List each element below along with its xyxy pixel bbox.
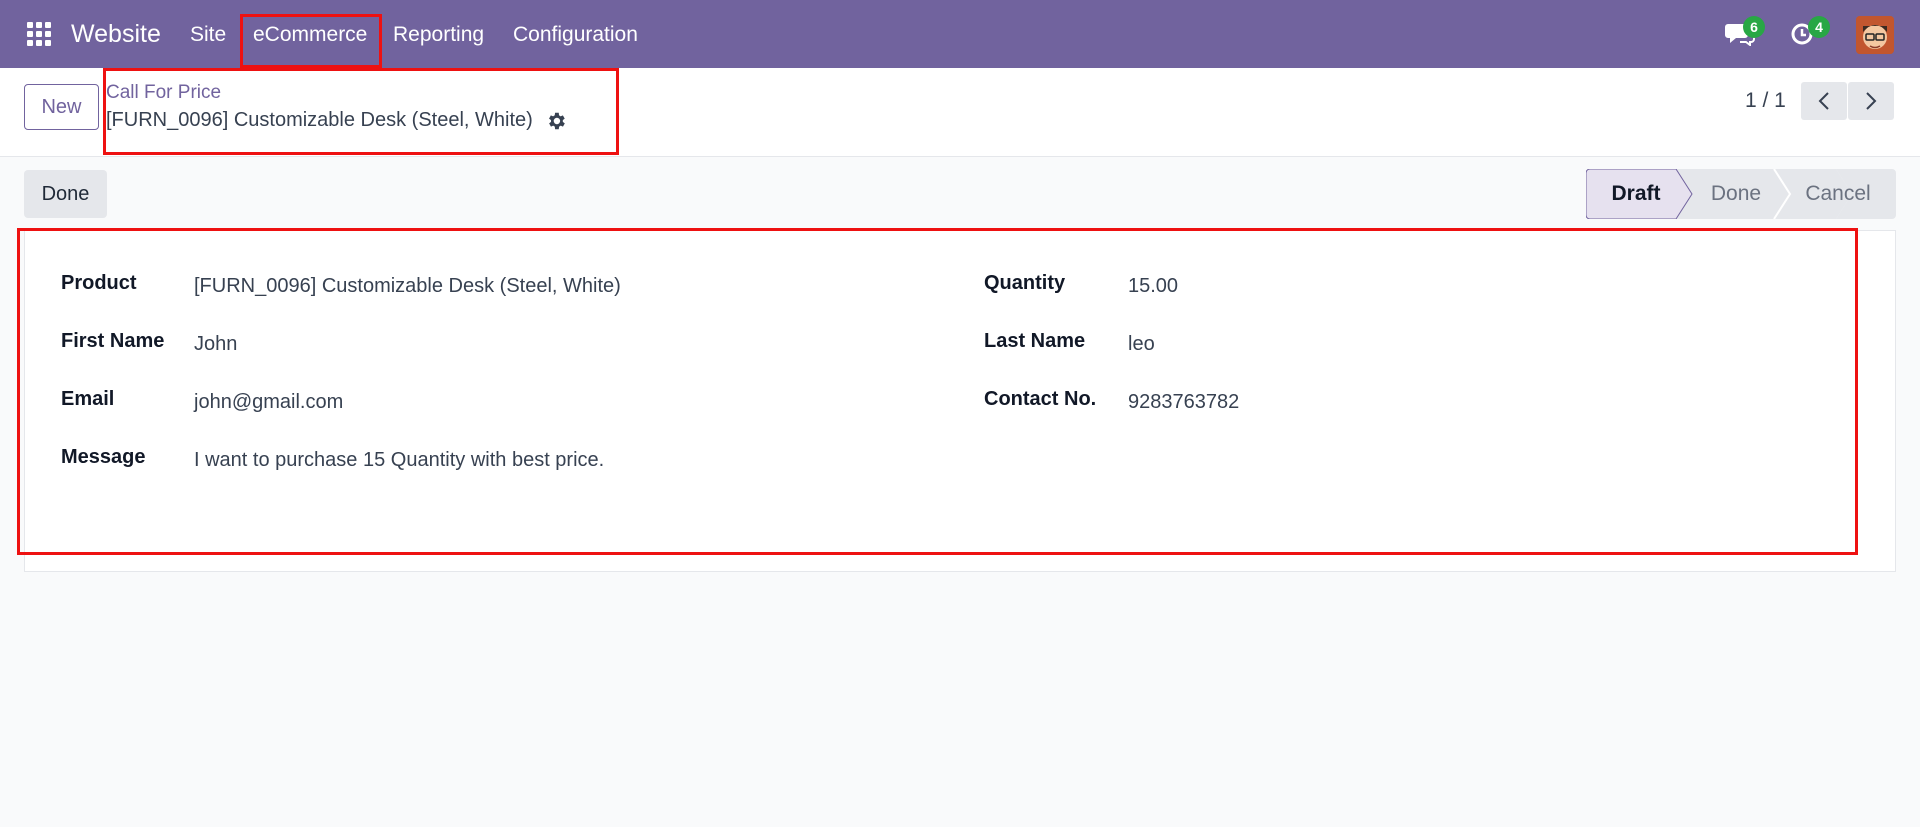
first-name-label: First Name	[61, 330, 165, 352]
new-record-button[interactable]: New	[24, 84, 99, 130]
pager-previous-button[interactable]	[1801, 82, 1847, 120]
chevron-left-icon	[1818, 92, 1829, 110]
activity-clock-icon[interactable]: 4	[1790, 16, 1830, 46]
status-bar: Draft Done Cancel	[1586, 169, 1896, 219]
contact-no-value[interactable]: 9283763782	[1128, 391, 1239, 414]
chevron-right-icon	[1866, 92, 1877, 110]
stage-draft[interactable]: Draft	[1586, 169, 1686, 219]
quantity-value[interactable]: 15.00	[1128, 275, 1178, 298]
menu-configuration[interactable]: Configuration	[513, 23, 638, 47]
last-name-label: Last Name	[984, 330, 1086, 352]
app-brand[interactable]: Website	[71, 20, 161, 49]
mark-done-button[interactable]: Done	[24, 170, 107, 218]
menu-reporting[interactable]: Reporting	[393, 23, 484, 47]
ecommerce-highlight-box	[240, 14, 382, 68]
activity-count-badge: 4	[1808, 16, 1830, 38]
messages-count-badge: 6	[1743, 16, 1765, 38]
title-highlight-box	[103, 68, 619, 155]
last-name-value[interactable]: leo	[1128, 333, 1155, 356]
email-value[interactable]: john@gmail.com	[194, 391, 343, 414]
menu-site[interactable]: Site	[190, 23, 226, 47]
user-avatar[interactable]	[1856, 16, 1894, 54]
product-label: Product	[61, 272, 137, 294]
message-value[interactable]: I want to purchase 15 Quantity with best…	[194, 449, 604, 472]
quantity-label: Quantity	[984, 272, 1066, 294]
email-label: Email	[61, 388, 115, 410]
pager-value[interactable]: 1 / 1	[1745, 89, 1786, 113]
control-panel: New Call For Price [FURN_0096] Customiza…	[0, 68, 1920, 157]
stage-done[interactable]: Done	[1688, 169, 1784, 219]
message-label: Message	[61, 446, 146, 468]
top-navbar: Website Site eCommerce Reporting Configu…	[0, 0, 1920, 68]
messages-icon[interactable]: 6	[1725, 16, 1765, 47]
product-value[interactable]: [FURN_0096] Customizable Desk (Steel, Wh…	[194, 275, 621, 298]
first-name-value[interactable]: John	[194, 333, 237, 356]
stage-cancel[interactable]: Cancel	[1788, 169, 1888, 219]
pager-next-button[interactable]	[1848, 82, 1894, 120]
apps-menu-icon[interactable]	[27, 22, 51, 46]
contact-no-label: Contact No.	[984, 388, 1097, 410]
